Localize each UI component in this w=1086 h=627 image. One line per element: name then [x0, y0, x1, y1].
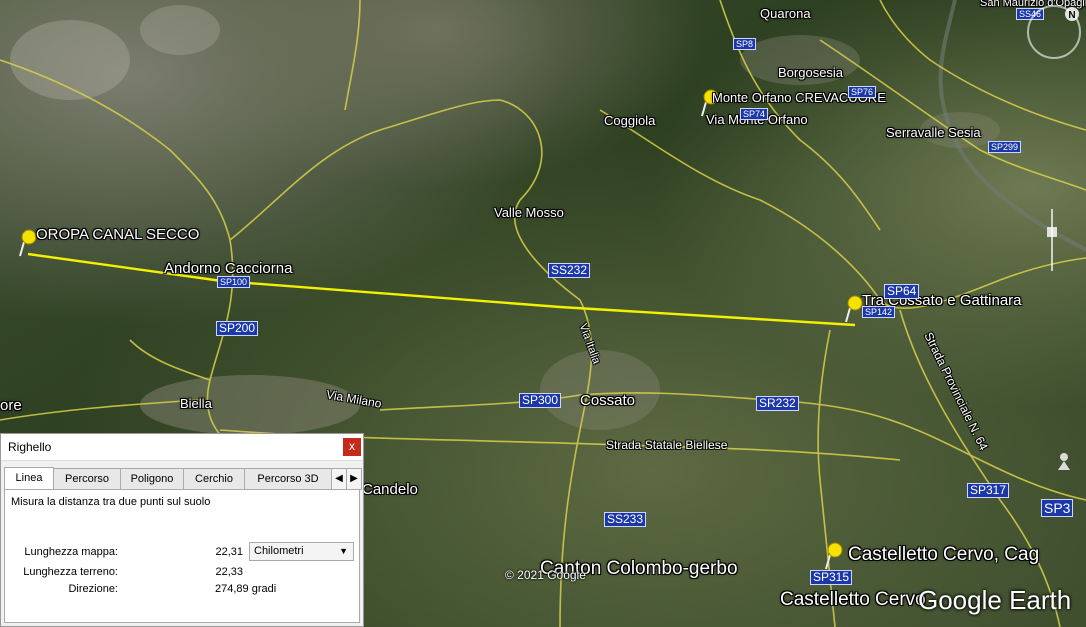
ruler-dialog: Righello x Linea Percorso Poligono Cerch… — [0, 433, 364, 627]
road-shield: SP8 — [733, 38, 757, 50]
road-shield: SS233 — [604, 512, 647, 527]
place-label: Andorno Cacciorna — [164, 260, 293, 277]
place-label: Cossato — [580, 392, 636, 409]
place-label: Serravalle Sesia — [886, 125, 981, 140]
road-shield: SP76 — [848, 86, 877, 98]
chevron-down-icon: ▼ — [339, 546, 348, 556]
place-label: Castelletto Cervo, Cag — [848, 544, 1040, 565]
road-shield: SP3 — [1041, 499, 1074, 517]
units-value: Chilometri — [254, 545, 304, 557]
map-length-value: 22,31 — [215, 546, 243, 558]
zoom-slider[interactable] — [1044, 205, 1060, 275]
road-shield: SP315 — [810, 570, 853, 585]
road-shield: SP299 — [988, 141, 1022, 153]
units-select[interactable]: Chilometri ▼ — [249, 542, 354, 561]
place-label: Castelletto Cervo — [780, 589, 926, 610]
tab-scroll-right-icon[interactable]: ▶ — [346, 468, 362, 490]
tab-linea[interactable]: Linea — [4, 467, 54, 490]
place-label: OROPA CANAL SECCO — [36, 226, 200, 243]
ruler-description: Misura la distanza tra due punti sul suo… — [11, 496, 211, 508]
ground-length-label: Lunghezza terreno: — [23, 566, 118, 578]
street-view-icon[interactable] — [1054, 452, 1074, 472]
close-button[interactable]: x — [343, 438, 361, 456]
heading-label: Direzione: — [68, 583, 118, 595]
ruler-titlebar[interactable]: Righello x — [1, 434, 363, 461]
road-shield: SP100 — [217, 276, 251, 288]
place-label: ore — [0, 397, 22, 414]
road-shield: SR232 — [756, 396, 799, 411]
ruler-tabs: Linea Percorso Poligono Cerchio Percorso… — [4, 467, 362, 490]
place-label: Valle Mosso — [494, 205, 564, 220]
road-shield: SP317 — [967, 483, 1010, 498]
place-label: Quarona — [760, 6, 811, 21]
ruler-title: Righello — [8, 440, 52, 454]
road-shield: SP74 — [740, 108, 769, 120]
tab-percorso-3d[interactable]: Percorso 3D — [244, 468, 332, 489]
road-shield: SP300 — [519, 393, 562, 408]
tab-percorso[interactable]: Percorso — [53, 468, 121, 489]
north-icon: N — [1068, 10, 1075, 21]
place-label: Coggiola — [604, 113, 656, 128]
pushpin-icon[interactable] — [824, 541, 846, 571]
road-shield: SP142 — [862, 306, 896, 318]
tab-poligono[interactable]: Poligono — [120, 468, 184, 489]
road-shield: SP200 — [216, 321, 259, 336]
map-length-label: Lunghezza mappa: — [24, 546, 118, 558]
compass-control[interactable]: N — [1026, 4, 1082, 60]
place-label: Borgosesia — [778, 65, 844, 80]
copyright-text: © 2021 Google — [505, 568, 586, 582]
google-earth-logo: Google Earth — [918, 585, 1072, 615]
tab-scroll-left-icon[interactable]: ◀ — [331, 468, 347, 490]
place-label: Candelo — [362, 481, 418, 498]
street-label: Strada Statale Biellese — [606, 438, 728, 452]
heading-value: 274,89 gradi — [215, 583, 277, 595]
road-shield: SP64 — [884, 284, 920, 299]
road-shield: SS232 — [548, 263, 591, 278]
ruler-panel: Misura la distanza tra due punti sul suo… — [4, 489, 360, 623]
ground-length-value: 22,33 — [215, 566, 243, 578]
place-label: Biella — [180, 396, 212, 411]
tab-cerchio[interactable]: Cerchio — [183, 468, 245, 489]
